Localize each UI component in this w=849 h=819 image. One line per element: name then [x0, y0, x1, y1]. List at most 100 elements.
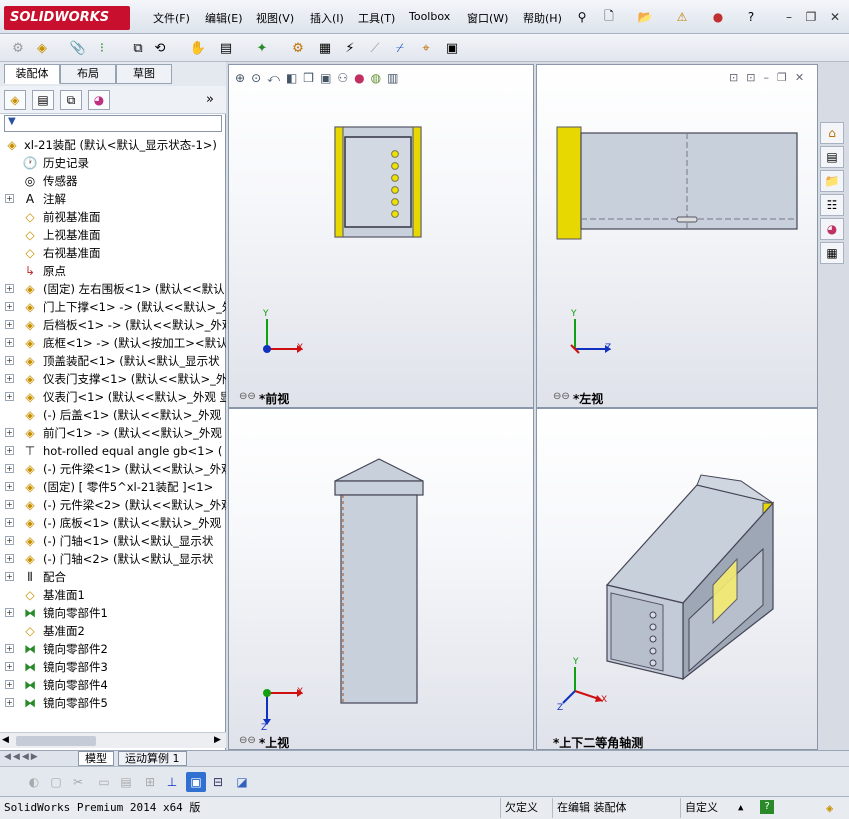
tree-item[interactable]: + ◈ (固定) [ 零件5^xl-21装配 ]<1>: [0, 478, 226, 496]
cut-tool-icon[interactable]: ✂: [68, 772, 88, 792]
bill-of-materials-icon[interactable]: ▦: [315, 38, 335, 58]
units-arrow-icon[interactable]: ▲: [738, 798, 743, 818]
displaymanager-icon[interactable]: ◕: [88, 90, 110, 110]
axis-tool-icon[interactable]: ⊥: [162, 772, 182, 792]
traffic-light-icon[interactable]: ●: [709, 8, 727, 26]
close-window-icon[interactable]: ✕: [826, 9, 844, 25]
layer-tool-icon[interactable]: ▭: [94, 772, 114, 792]
expand-plus-icon[interactable]: +: [5, 680, 14, 689]
expand-plus-icon[interactable]: +: [5, 608, 14, 617]
explode-line-sketch-icon[interactable]: ⟋: [365, 38, 385, 58]
drawing-tool-icon[interactable]: ◐: [24, 772, 44, 792]
exploded-view-icon[interactable]: ⚡: [340, 38, 360, 58]
tab-motion-study[interactable]: 运动算例 1: [118, 751, 187, 766]
tree-item[interactable]: + ⧓ 镜向零部件5: [0, 694, 226, 712]
expand-plus-icon[interactable]: +: [5, 320, 14, 329]
show-hidden-icon[interactable]: ✋: [188, 38, 208, 58]
expand-panel-icon[interactable]: »: [206, 92, 214, 107]
scroll-right-icon[interactable]: ▶: [214, 735, 221, 745]
tree-item[interactable]: + ⧓ 镜向零部件3: [0, 658, 226, 676]
instant3d-icon[interactable]: ▣: [442, 38, 462, 58]
home-icon[interactable]: ⌂: [820, 122, 844, 144]
tree-item[interactable]: + ◈ (-) 元件梁<2> (默认<<默认>_外观: [0, 496, 226, 514]
expand-plus-icon[interactable]: +: [5, 302, 14, 311]
viewport-top[interactable]: X Z ⊖⊖ *上视: [228, 408, 534, 750]
expand-plus-icon[interactable]: +: [5, 518, 14, 527]
tree-filter-input[interactable]: ▼: [4, 115, 222, 132]
menu-edit[interactable]: 编辑(E): [205, 10, 243, 26]
tree-item[interactable]: + ◈ 前门<1> -> (默认<<默认>_外观 显: [0, 424, 226, 442]
expand-plus-icon[interactable]: +: [5, 374, 14, 383]
expand-plus-icon[interactable]: +: [5, 500, 14, 509]
expand-plus-icon[interactable]: +: [5, 464, 14, 473]
mate-icon[interactable]: 📎: [68, 38, 88, 58]
reference-geometry-icon[interactable]: ✦: [252, 38, 272, 58]
insert-component-icon[interactable]: ◈: [32, 38, 52, 58]
view-palette-icon[interactable]: ☷: [820, 194, 844, 216]
tree-item[interactable]: + ◈ 仪表门<1> (默认<<默认>_外观 显: [0, 388, 226, 406]
expand-plus-icon[interactable]: +: [5, 644, 14, 653]
expand-plus-icon[interactable]: +: [5, 194, 14, 203]
tree-item[interactable]: + ◈ (-) 门轴<2> (默认<默认_显示状: [0, 550, 226, 568]
tree-item[interactable]: + ◈ 后档板<1> -> (默认<<默认>_外观: [0, 316, 226, 334]
featuremanager-tree-icon[interactable]: ◈: [4, 90, 26, 110]
expand-plus-icon[interactable]: +: [5, 356, 14, 365]
tab-layout[interactable]: 布局: [60, 64, 116, 84]
expand-plus-icon[interactable]: +: [5, 554, 14, 563]
propertymanager-icon[interactable]: ▤: [32, 90, 54, 110]
smart-fasteners-icon[interactable]: ⧉: [128, 38, 148, 58]
scroll-left-icon[interactable]: ◀: [2, 735, 9, 745]
tree-item[interactable]: ◇ 前视基准面: [0, 208, 226, 226]
menu-view[interactable]: 视图(V): [256, 10, 294, 26]
tab-scroll-arrows-icon[interactable]: ◀◀◀▶: [4, 752, 40, 762]
tree-item[interactable]: ◎ 传感器: [0, 172, 226, 190]
minimize-window-icon[interactable]: –: [780, 9, 798, 25]
view-cube-icon[interactable]: ▣: [186, 772, 206, 792]
tree-item[interactable]: + ⫴ 配合: [0, 568, 226, 586]
interference-detection-icon[interactable]: ⌿: [390, 38, 410, 58]
grid-view-icon[interactable]: ⊟: [208, 772, 228, 792]
assembly-features-icon[interactable]: ▤: [216, 38, 236, 58]
tab-sketch[interactable]: 草图: [116, 64, 172, 84]
tab-model[interactable]: 模型: [78, 751, 114, 766]
split-tool-icon[interactable]: ⊞: [140, 772, 160, 792]
tree-item[interactable]: ◇ 基准面2: [0, 622, 226, 640]
tree-item[interactable]: + ◈ 仪表门支撑<1> (默认<<默认>_外观: [0, 370, 226, 388]
scroll-thumb[interactable]: [16, 736, 96, 746]
viewport-left[interactable]: ⊡ ⊡ – ❐ ✕ Y Z ⊖⊖ *左视: [536, 64, 818, 408]
tree-item[interactable]: + ⧓ 镜向零部件1: [0, 604, 226, 622]
tree-item[interactable]: ◇ 右视基准面: [0, 244, 226, 262]
tree-item[interactable]: + ⊤ hot-rolled equal angle gb<1> (: [0, 442, 226, 460]
menu-window[interactable]: 窗口(W): [467, 10, 508, 26]
menu-toolbox[interactable]: Toolbox: [409, 10, 450, 23]
viewport-isometric[interactable]: Y X Z *上下二等角轴测: [536, 408, 818, 750]
tree-item[interactable]: + A 注解: [0, 190, 226, 208]
tag-icon[interactable]: ◈: [826, 798, 833, 818]
expand-plus-icon[interactable]: +: [5, 284, 14, 293]
tree-item[interactable]: + ⧓ 镜向零部件2: [0, 640, 226, 658]
section-tool-icon[interactable]: ◪: [232, 772, 252, 792]
configurationmanager-icon[interactable]: ⧉: [60, 90, 82, 110]
tree-item[interactable]: ◇ 基准面1: [0, 586, 226, 604]
expand-plus-icon[interactable]: +: [5, 482, 14, 491]
restore-window-icon[interactable]: ❐: [802, 9, 820, 25]
menu-help[interactable]: 帮助(H): [523, 10, 562, 26]
move-component-icon[interactable]: ⟲: [150, 38, 170, 58]
tree-item[interactable]: + ◈ (固定) 左右围板<1> (默认<<默认: [0, 280, 226, 298]
file-explorer-icon[interactable]: 📁: [820, 170, 844, 192]
units-selector[interactable]: 自定义: [680, 798, 734, 818]
edit-component-icon[interactable]: ⚙: [8, 38, 28, 58]
new-document-icon[interactable]: 🗋: [600, 8, 618, 26]
tree-item[interactable]: + ◈ 顶盖装配<1> (默认<默认_显示状: [0, 352, 226, 370]
tree-item[interactable]: + ◈ 底框<1> -> (默认<按加工><默认: [0, 334, 226, 352]
menu-file[interactable]: 文件(F): [153, 10, 190, 26]
linear-pattern-icon[interactable]: ⁝: [92, 38, 112, 58]
new-motion-study-icon[interactable]: ⚙: [288, 38, 308, 58]
design-library-icon[interactable]: ▤: [820, 146, 844, 168]
expand-plus-icon[interactable]: +: [5, 338, 14, 347]
tree-item[interactable]: + ◈ 门上下撑<1> -> (默认<<默认>_外: [0, 298, 226, 316]
tree-root-assembly[interactable]: ◈ xl-21装配 (默认<默认_显示状态-1>): [0, 136, 226, 154]
expand-plus-icon[interactable]: +: [5, 536, 14, 545]
tree-horizontal-scrollbar[interactable]: ◀ ▶: [0, 732, 226, 748]
tree-item[interactable]: + ⧓ 镜向零部件4: [0, 676, 226, 694]
